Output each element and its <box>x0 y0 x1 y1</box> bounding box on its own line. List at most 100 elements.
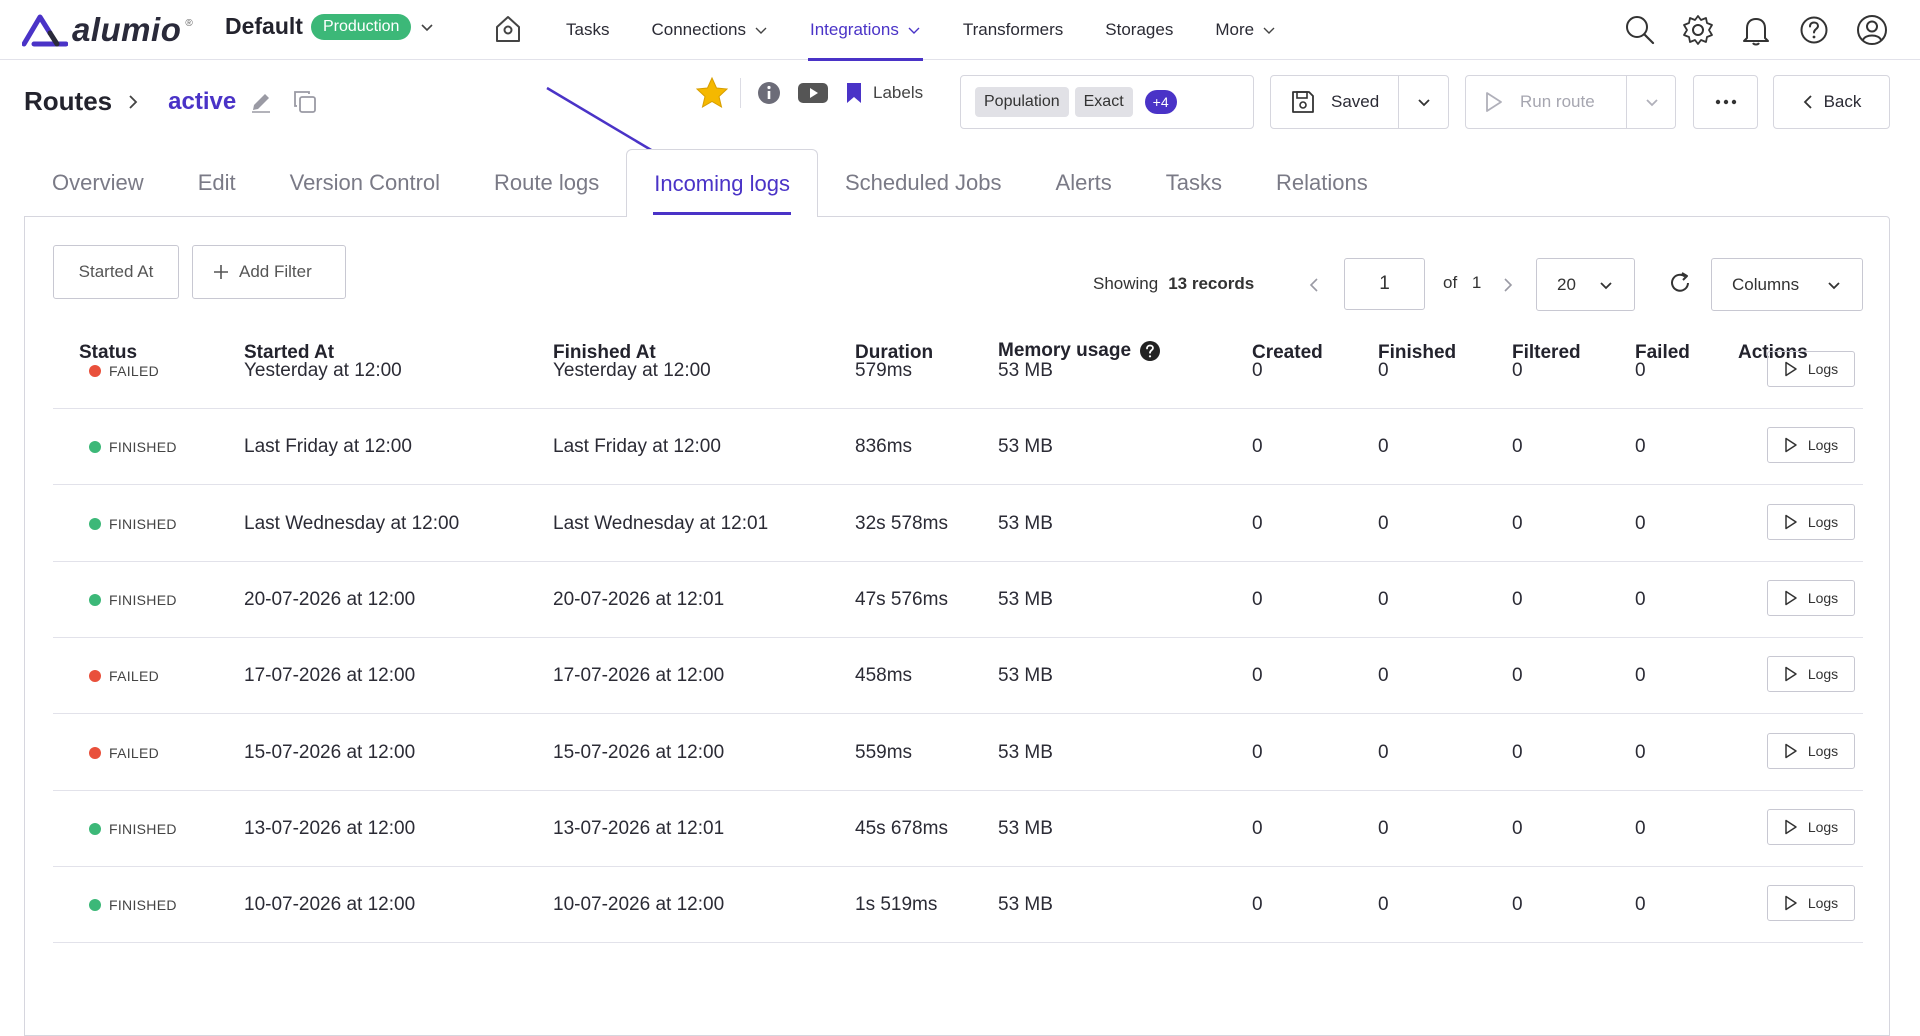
nav-storages[interactable]: Storages <box>1084 0 1194 60</box>
labels-list[interactable]: Population Exact +4 <box>960 75 1254 129</box>
created-count: 0 <box>1252 894 1263 916</box>
started-at-cell: Last Wednesday at 12:00 <box>244 512 460 534</box>
logo-trademark: ® <box>185 17 193 29</box>
chevron-down-icon[interactable] <box>1416 94 1432 110</box>
created-count: 0 <box>1252 588 1263 610</box>
columns-select[interactable]: Columns <box>1711 258 1863 311</box>
route-tabs: Overview Edit Version Control Route logs… <box>25 149 1395 217</box>
table-row: FINISHED 10-07-2026 at 12:00 10-07-2026 at… <box>53 867 1863 944</box>
tab-label: Scheduled Jobs <box>844 170 1002 195</box>
nav-connections[interactable]: Connections <box>630 0 789 60</box>
labels-label: Labels <box>873 83 924 102</box>
logo-mark-icon <box>22 14 68 47</box>
help-icon[interactable] <box>1796 12 1832 48</box>
filtered-count: 0 <box>1512 665 1523 687</box>
pencil-icon[interactable] <box>250 91 272 113</box>
labels-more-badge[interactable]: +4 <box>1144 90 1177 114</box>
tab-label: Tasks <box>1165 170 1223 195</box>
logs-label: Logs <box>1807 818 1839 835</box>
created-count: 0 <box>1252 512 1263 534</box>
logs-label: Logs <box>1807 361 1839 377</box>
incoming-logs-panel: Started At Add Filter Showing 13 records… <box>24 216 1890 1036</box>
duration-cell: 579ms <box>855 360 913 381</box>
star-icon[interactable] <box>694 75 730 111</box>
logs-button[interactable]: Logs <box>1767 656 1855 693</box>
breadcrumb-routes[interactable]: Routes <box>24 86 112 117</box>
tab-label: Edit <box>197 170 236 195</box>
page-size-value: 20 <box>1557 274 1576 294</box>
filtered-count: 0 <box>1512 360 1523 381</box>
youtube-icon[interactable] <box>795 75 831 111</box>
finished-at-cell: 15-07-2026 at 12:00 <box>553 741 725 763</box>
tab-route-logs[interactable]: Route logs <box>467 149 626 217</box>
finished-count: 0 <box>1378 512 1389 534</box>
status-text: FINISHED <box>109 820 177 837</box>
run-route-button[interactable]: Run route <box>1465 75 1676 129</box>
user-icon[interactable] <box>1854 12 1890 48</box>
logs-button[interactable]: Logs <box>1767 732 1855 769</box>
logs-button[interactable]: Logs <box>1767 885 1855 922</box>
logs-button[interactable]: Logs <box>1767 503 1855 540</box>
created-count: 0 <box>1252 741 1263 763</box>
saved-label: Saved <box>1331 92 1380 111</box>
copy-icon[interactable] <box>292 89 318 115</box>
duration-cell: 32s 578ms <box>855 512 948 534</box>
status-badge: FINISHED <box>89 562 177 638</box>
add-filter-button[interactable]: Add Filter <box>192 245 346 299</box>
nav-integrations[interactable]: Integrations <box>789 0 942 61</box>
page-size-select[interactable]: 20 <box>1536 258 1635 311</box>
utility-icons <box>1622 12 1890 48</box>
gear-icon[interactable] <box>1680 12 1716 48</box>
nav-transformers[interactable]: Transformers <box>942 0 1084 60</box>
logs-button[interactable]: Logs <box>1767 427 1855 464</box>
route-tools: Labels <box>694 75 923 111</box>
record-count: Showing 13 records <box>1093 274 1254 294</box>
chevron-down-icon[interactable] <box>1644 94 1660 110</box>
status-dot-icon <box>89 441 101 454</box>
more-options-button[interactable] <box>1693 75 1758 129</box>
search-icon[interactable] <box>1622 12 1658 48</box>
status-badge: FINISHED <box>89 791 177 867</box>
next-page-icon[interactable] <box>1501 276 1515 294</box>
workspace-switcher[interactable]: Default Production <box>225 13 435 40</box>
nav-tasks[interactable]: Tasks <box>545 0 630 60</box>
tab-overview[interactable]: Overview <box>25 149 171 217</box>
alumio-logo[interactable]: alumio ® <box>22 11 193 49</box>
logs-button[interactable]: Logs <box>1767 579 1855 616</box>
tab-version-control[interactable]: Version Control <box>263 149 467 217</box>
play-icon <box>1785 514 1797 529</box>
tab-alerts[interactable]: Alerts <box>1029 149 1139 217</box>
table-row: FINISHED Last Wednesday at 12:00 Last Wedn… <box>53 486 1863 562</box>
page-number-input[interactable]: 1 <box>1344 258 1425 310</box>
previous-page-icon[interactable] <box>1307 276 1321 294</box>
saved-button[interactable]: Saved <box>1270 75 1449 129</box>
finished-count: 0 <box>1378 665 1389 687</box>
status-dot-icon <box>89 746 101 759</box>
tab-relations[interactable]: Relations <box>1249 149 1395 217</box>
bell-icon[interactable] <box>1738 12 1774 48</box>
started-at-filter[interactable]: Started At <box>53 245 179 299</box>
filtered-count: 0 <box>1512 817 1523 839</box>
home-icon[interactable] <box>492 13 524 45</box>
logs-button[interactable]: Logs <box>1767 351 1855 387</box>
back-button[interactable]: Back <box>1773 75 1890 129</box>
tab-tasks[interactable]: Tasks <box>1139 149 1249 217</box>
status-dot-icon <box>89 593 101 606</box>
tab-scheduled-jobs[interactable]: Scheduled Jobs <box>818 149 1029 217</box>
finished-at-cell: Yesterday at 12:00 <box>553 360 711 381</box>
divider <box>1398 76 1399 128</box>
filtered-count: 0 <box>1512 894 1523 916</box>
info-icon[interactable] <box>751 75 787 111</box>
run-route-label: Run route <box>1520 92 1595 111</box>
memory-cell: 53 MB <box>998 665 1053 687</box>
labels-button[interactable]: Labels <box>845 82 923 104</box>
tab-incoming-logs[interactable]: Incoming logs <box>626 149 818 217</box>
nav-more[interactable]: More <box>1194 0 1297 60</box>
created-count: 0 <box>1252 817 1263 839</box>
finished-count: 0 <box>1378 817 1389 839</box>
refresh-icon[interactable] <box>1667 270 1693 296</box>
workspace-name: Default <box>225 13 303 39</box>
logs-button[interactable]: Logs <box>1767 808 1855 845</box>
failed-count: 0 <box>1635 588 1646 610</box>
tab-edit[interactable]: Edit <box>171 149 263 217</box>
